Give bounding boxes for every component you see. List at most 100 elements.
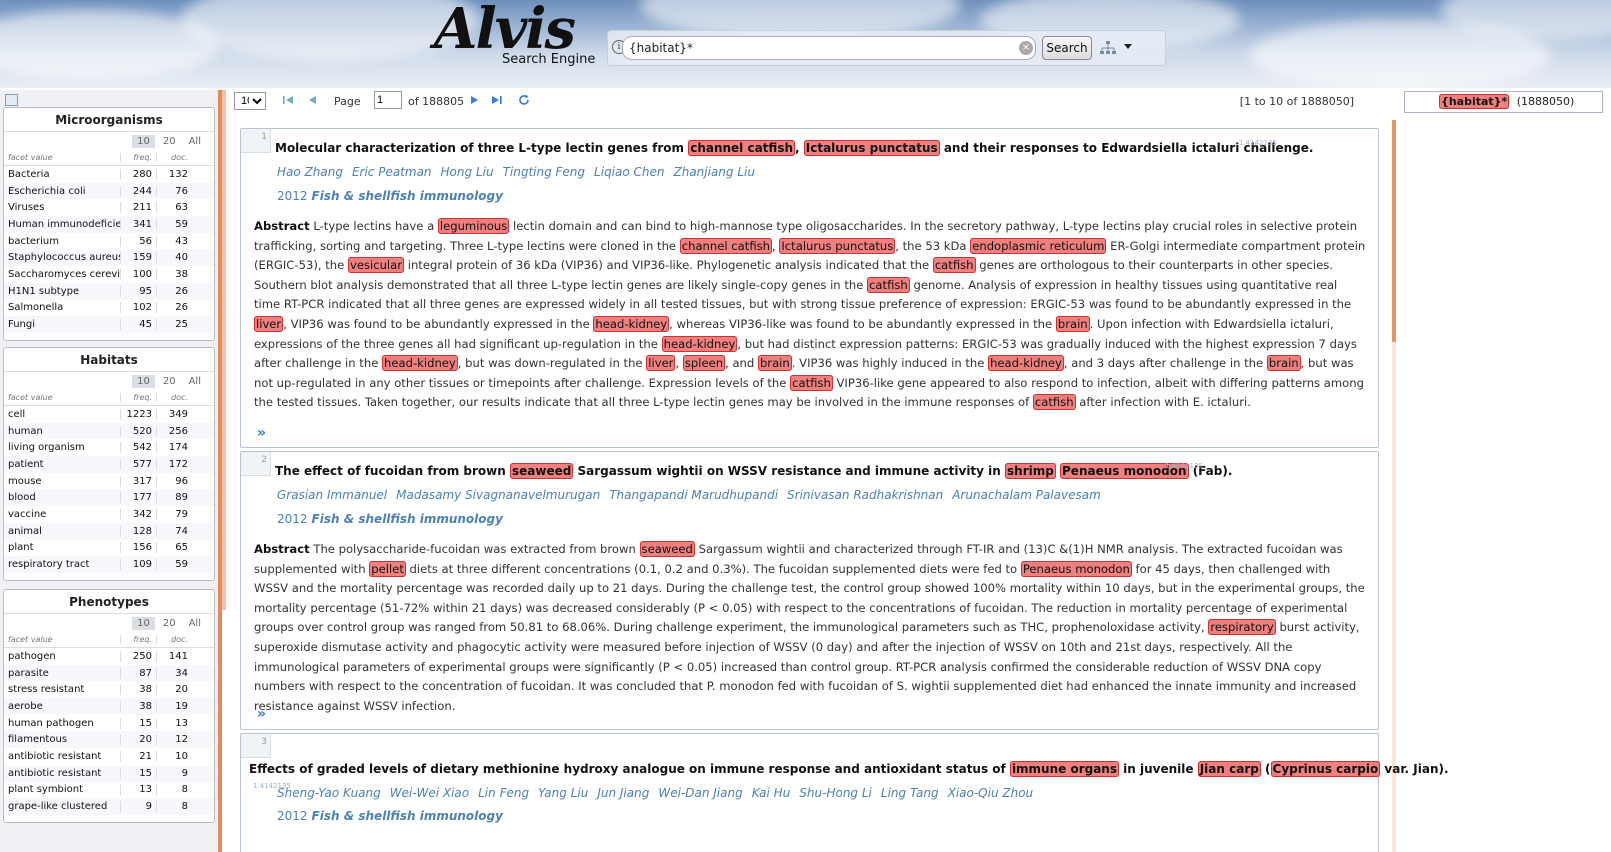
first-page-icon[interactable] [282, 94, 294, 106]
author-link[interactable]: Hao Zhang [277, 165, 343, 179]
facet-value[interactable]: Salmonella [4, 302, 120, 313]
abstract-highlight[interactable]: vesicular [347, 257, 405, 274]
facet-row[interactable]: vaccine 342 79 [4, 506, 214, 523]
abstract-highlight[interactable]: catfish [1032, 394, 1076, 411]
abstract-highlight[interactable]: liver [646, 355, 676, 372]
author-link[interactable]: Wei-Dan Jiang [658, 786, 742, 800]
author-link[interactable]: Ling Tang [881, 786, 939, 800]
abstract-highlight[interactable]: leguminous [437, 218, 510, 234]
abstract-highlight[interactable]: head-kidney [382, 355, 458, 372]
author-link[interactable]: Lin Feng [478, 786, 529, 800]
search-button[interactable]: Search [1042, 36, 1092, 60]
facet-value[interactable]: Viruses [4, 202, 120, 213]
facet-row[interactable]: antibiotic resistant 21 10 [4, 748, 214, 765]
facet-value[interactable]: H1N1 subtype [4, 286, 120, 297]
alvis-logo[interactable]: Alvis Search Engine [434, 0, 604, 72]
facet-row[interactable]: parasite 87 34 [4, 664, 214, 682]
author-link[interactable]: Liqiao Chen [594, 165, 664, 179]
facet-row[interactable]: pathogen 250 141 [4, 648, 214, 665]
author-link[interactable]: Yang Liu [538, 786, 588, 800]
result-title[interactable]: Molecular characterization of three L-ty… [275, 140, 1313, 156]
facet-row[interactable]: Staphylococcus aureus 159 40 [4, 249, 214, 267]
title-highlight[interactable]: Cyprinus carpio [1270, 761, 1381, 777]
abstract-highlight[interactable]: respiratory [1208, 619, 1276, 636]
author-link[interactable]: Madasamy Sivagnanavelmurugan [396, 488, 600, 502]
author-link[interactable]: Sheng-Yao Kuang [277, 786, 381, 800]
clear-search-icon[interactable]: × [1019, 41, 1033, 55]
abstract-highlight[interactable]: spleen [682, 355, 726, 372]
facet-value[interactable]: filamentous [4, 734, 120, 745]
expand-more-icon[interactable]: » [257, 426, 271, 440]
facet-row[interactable]: Human immunodeficier 341 59 [4, 216, 214, 233]
facet-limit-20[interactable]: 20 [158, 375, 181, 388]
facet-value[interactable]: Escherichia coli [4, 186, 120, 197]
facet-value[interactable]: Bacteria [4, 169, 120, 180]
author-link[interactable]: Xiao-Qiu Zhou [948, 786, 1034, 800]
abstract-highlight[interactable]: channel catfish [679, 237, 773, 254]
facet-value[interactable]: plant symbiont [4, 784, 120, 795]
journal-link[interactable]: Fish & shellfish immunology [312, 809, 503, 823]
abstract-highlight[interactable]: head-kidney [593, 315, 670, 332]
author-link[interactable]: Wei-Wei Xiao [390, 786, 469, 800]
title-highlight[interactable]: Ictalurus punctatus [803, 140, 940, 156]
facet-row[interactable]: animal 128 74 [4, 522, 214, 540]
facet-limit-all[interactable]: All [184, 375, 206, 388]
author-link[interactable]: Tingting Feng [503, 165, 585, 179]
facet-row[interactable]: patient 577 172 [4, 456, 214, 473]
facet-value[interactable]: stress resistant [4, 684, 120, 695]
facet-value[interactable]: grape-like clustered [4, 801, 120, 812]
facet-value[interactable]: aerobe [4, 701, 120, 712]
facet-row[interactable]: cell 1223 349 [4, 406, 214, 423]
page-size-select[interactable]: 10 [234, 92, 266, 110]
abstract-highlight[interactable]: head-kidney [988, 355, 1064, 372]
facet-row[interactable]: antibiotic resistant 15 9 [4, 764, 214, 782]
abstract-highlight[interactable]: head-kidney [661, 335, 738, 352]
title-highlight[interactable]: seaweed [509, 463, 574, 479]
facet-row[interactable]: human pathogen 15 13 [4, 715, 214, 732]
abstract-highlight[interactable]: liver [254, 315, 284, 332]
facet-limit-10[interactable]: 10 [132, 374, 155, 388]
facet-value[interactable]: Saccharomyces cerevis [4, 269, 120, 280]
facet-row[interactable]: grape-like clustered 9 8 [4, 798, 214, 815]
chevron-down-icon[interactable] [1124, 44, 1132, 49]
facet-limit-20[interactable]: 20 [158, 617, 181, 630]
title-highlight[interactable]: shrimp [1005, 463, 1056, 479]
previous-page-icon[interactable] [306, 94, 318, 106]
abstract-highlight[interactable]: pellet [369, 560, 406, 577]
search-input[interactable] [622, 36, 1036, 60]
author-link[interactable]: Srinivasan Radhakrishnan [787, 488, 943, 502]
abstract-highlight[interactable]: brain [1055, 315, 1090, 332]
author-link[interactable]: Arunachalam Palavesam [952, 488, 1101, 502]
facet-value[interactable]: animal [4, 526, 120, 537]
facet-row[interactable]: blood 177 89 [4, 489, 214, 507]
facet-row[interactable]: Salmonella 102 26 [4, 300, 214, 317]
facet-row[interactable]: Bacteria 280 132 [4, 166, 214, 183]
facet-value[interactable]: Fungi [4, 319, 120, 330]
facet-value[interactable]: blood [4, 492, 120, 503]
result-title[interactable]: Effects of graded levels of dietary meth… [249, 761, 1449, 777]
facet-value[interactable]: vaccine [4, 509, 120, 520]
author-link[interactable]: Jun Jiang [597, 786, 649, 800]
facet-value[interactable]: human pathogen [4, 718, 120, 729]
facet-value[interactable]: Human immunodeficier [4, 219, 120, 230]
title-highlight[interactable]: Jian carp [1197, 761, 1261, 777]
abstract-highlight[interactable]: brain [757, 355, 792, 372]
facet-limit-10[interactable]: 10 [132, 134, 155, 148]
author-link[interactable]: Eric Peatman [352, 165, 432, 179]
abstract-highlight[interactable]: endoplasmic reticulum [970, 237, 1107, 254]
facet-row[interactable]: plant symbiont 13 8 [4, 782, 214, 799]
facet-tree-icon[interactable] [1100, 41, 1116, 55]
abstract-highlight[interactable]: catfish [790, 374, 833, 391]
facet-row[interactable]: H1N1 subtype 95 26 [4, 282, 214, 300]
facet-value[interactable]: plant [4, 542, 120, 553]
sidebar-scrollbar[interactable] [222, 90, 226, 610]
facet-row[interactable]: Escherichia coli 244 76 [4, 182, 214, 200]
query-term-chip[interactable]: {habitat}* (1888050) [1404, 91, 1603, 113]
author-link[interactable]: Shu-Hong Li [799, 786, 872, 800]
facet-row[interactable]: Viruses 211 63 [4, 199, 214, 216]
facet-value[interactable]: Staphylococcus aureus [4, 252, 120, 263]
facet-value[interactable]: antibiotic resistant [4, 768, 120, 779]
facet-row[interactable]: stress resistant 38 20 [4, 681, 214, 698]
facet-limit-all[interactable]: All [184, 135, 206, 148]
author-link[interactable]: Kai Hu [752, 786, 791, 800]
